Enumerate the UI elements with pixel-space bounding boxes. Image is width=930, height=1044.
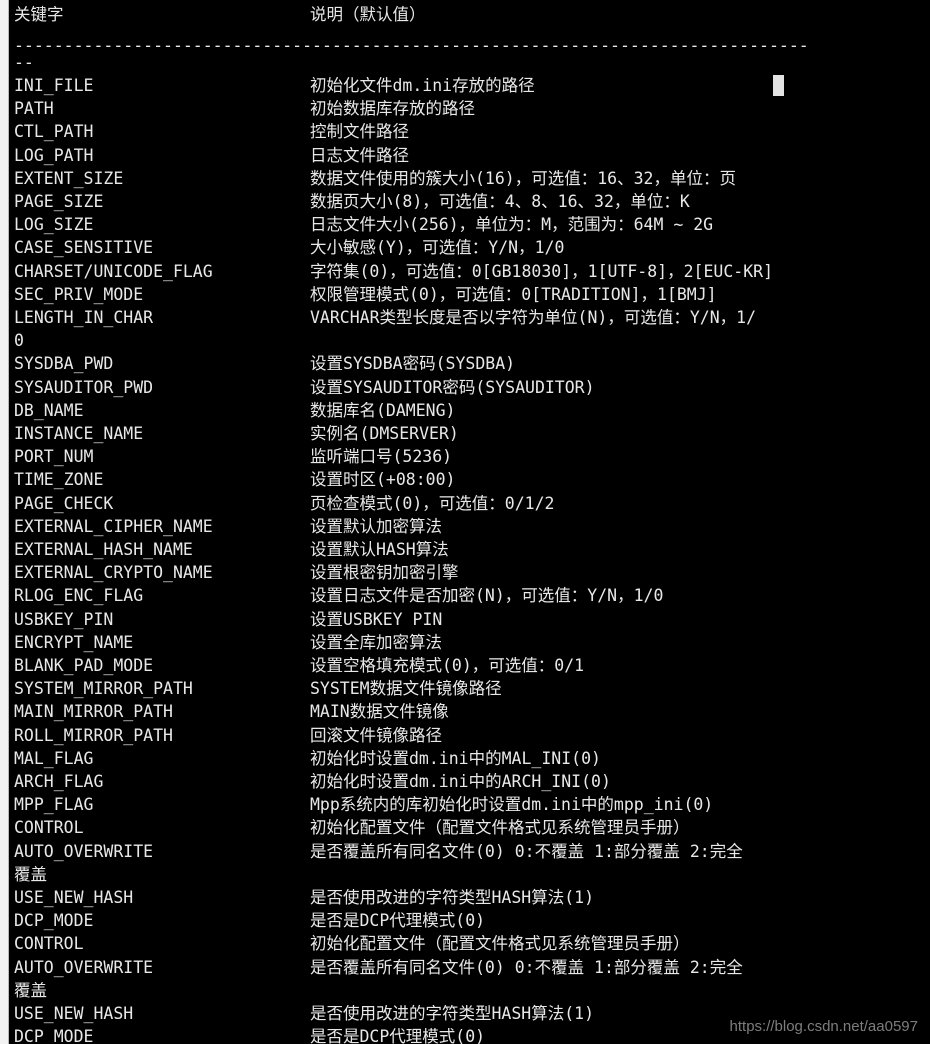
option-description: 初始化配置文件（配置文件格式见系统管理员手册） <box>310 934 690 954</box>
option-description: 初始化配置文件（配置文件格式见系统管理员手册） <box>310 818 690 838</box>
code-block-gutter <box>0 0 9 1044</box>
option-key: SYSAUDITOR_PWD <box>14 377 154 397</box>
terminal-output-pane: 关键字 说明（默认值） ----------------------------… <box>9 0 930 1044</box>
option-key: 0 <box>14 331 24 351</box>
option-description: 是否覆盖所有同名文件(0) 0:不覆盖 1:部分覆盖 2:完全 <box>310 841 743 861</box>
option-description: 设置全库加密算法 <box>310 632 442 652</box>
option-description: 设置默认HASH算法 <box>310 540 449 559</box>
option-description: 数据页大小(8)，可选值：4、8、16、32，单位：K <box>310 192 690 211</box>
option-description: 回滚文件镜像路径 <box>310 725 442 745</box>
option-key: CTL_PATH <box>14 122 94 142</box>
option-key: SYSDBA_PWD <box>14 354 114 374</box>
option-key: SYSTEM_MIRROR_PATH <box>14 679 193 699</box>
option-description: 是否使用改进的字符类型HASH算法(1) <box>310 888 595 907</box>
option-key: USE_NEW_HASH <box>14 1004 134 1023</box>
option-description: 日志文件路径 <box>310 145 409 165</box>
option-key: EXTERNAL_CIPHER_NAME <box>14 516 213 536</box>
option-description: 初始化时设置dm.ini中的ARCH_INI(0) <box>310 772 611 791</box>
option-description: VARCHAR类型长度是否以字符为单位(N)，可选值：Y/N，1/ <box>310 308 757 327</box>
option-description: Mpp系统内的库初始化时设置dm.ini中的mpp_ini(0) <box>310 795 714 815</box>
option-key: EXTERNAL_HASH_NAME <box>14 540 193 559</box>
option-description: 监听端口号(5236) <box>310 447 453 467</box>
option-key: EXTENT_SIZE <box>14 168 124 188</box>
option-description: 日志文件大小(256)，单位为：M，范围为：64M ~ 2G <box>310 215 714 235</box>
option-key: ENCRYPT_NAME <box>14 632 134 652</box>
option-description: 是否是DCP代理模式(0) <box>310 911 486 931</box>
option-description: 设置日志文件是否加密(N)，可选值：Y/N，1/0 <box>310 586 664 606</box>
option-key: MAL_FLAG <box>14 748 94 768</box>
option-description: 数据库名(DAMENG) <box>310 400 456 420</box>
option-description: 设置根密钥加密引擎 <box>310 563 459 583</box>
option-description: 控制文件路径 <box>310 122 409 142</box>
option-key: LOG_SIZE <box>14 215 94 235</box>
option-description: 大小敏感(Y)，可选值：Y/N，1/0 <box>310 238 565 258</box>
option-key: PATH <box>14 99 54 119</box>
option-description: 页检查模式(0)，可选值：0/1/2 <box>310 493 555 513</box>
option-key: CONTROL <box>14 818 84 838</box>
csdn-watermark: https://blog.csdn.net/aa0597 <box>729 1018 918 1035</box>
option-key: EXTERNAL_CRYPTO_NAME <box>14 563 213 583</box>
option-key: INSTANCE_NAME <box>14 424 144 443</box>
option-description: 实例名(DMSERVER) <box>310 424 459 443</box>
option-key: AUTO_OVERWRITE <box>14 957 154 977</box>
option-description: 初始化文件dm.ini存放的路径 <box>310 76 535 95</box>
option-description: 是否覆盖所有同名文件(0) 0:不覆盖 1:部分覆盖 2:完全 <box>310 957 743 977</box>
option-key: LOG_PATH <box>14 145 94 165</box>
option-key: AUTO_OVERWRITE <box>14 841 154 861</box>
option-key: DCP_MODE <box>14 911 94 931</box>
option-description: SYSTEM数据文件镜像路径 <box>310 679 502 699</box>
option-key: CONTROL <box>14 934 84 954</box>
option-description: 设置SYSDBA密码(SYSDBA) <box>310 354 516 374</box>
option-description: 设置默认加密算法 <box>310 516 442 536</box>
option-key: TIME_ZONE <box>14 470 104 490</box>
option-description: 设置空格填充模式(0)，可选值：0/1 <box>310 656 585 675</box>
option-key: PORT_NUM <box>14 447 94 467</box>
option-description: 数据文件使用的簇大小(16)，可选值：16、32，单位：页 <box>310 168 736 188</box>
option-key: DCP_MODE <box>14 1027 94 1044</box>
option-key: CASE_SENSITIVE <box>14 238 154 258</box>
option-description: 设置SYSAUDITOR密码(SYSAUDITOR) <box>310 377 595 397</box>
terminal-screenshot: 关键字 说明（默认值） ----------------------------… <box>0 0 930 1044</box>
option-description: 初始数据库存放的路径 <box>310 99 475 119</box>
option-key: USE_NEW_HASH <box>14 888 134 907</box>
option-key: ROLL_MIRROR_PATH <box>14 725 173 745</box>
option-key: PAGE_CHECK <box>14 493 114 513</box>
option-key: SEC_PRIV_MODE <box>14 284 144 304</box>
option-key: ARCH_FLAG <box>14 772 104 791</box>
text-cursor <box>773 75 784 96</box>
option-key: 覆盖 <box>14 980 47 1000</box>
option-key: LENGTH_IN_CHAR <box>14 308 154 327</box>
option-description: MAIN数据文件镜像 <box>310 702 449 722</box>
option-description: 设置USBKEY PIN <box>310 609 443 629</box>
option-key: INI_FILE <box>14 76 94 95</box>
gutter-edge <box>8 0 9 1044</box>
header-description-column: 说明（默认值） <box>310 5 426 24</box>
option-description: 权限管理模式(0)，可选值：0[TRADITION]，1[BMJ] <box>310 284 717 304</box>
header-keyword-column: 关键字 <box>14 5 64 24</box>
option-key: MPP_FLAG <box>14 795 94 815</box>
option-key: USBKEY_PIN <box>14 609 114 629</box>
option-key: 覆盖 <box>14 864 47 884</box>
option-description: 字符集(0)，可选值：0[GB18030]，1[UTF-8]，2[EUC-KR] <box>310 261 774 281</box>
option-key: BLANK_PAD_MODE <box>14 656 154 675</box>
option-key: CHARSET/UNICODE_FLAG <box>14 261 213 281</box>
option-description: 设置时区(+08:00) <box>310 470 456 490</box>
option-description: 初始化时设置dm.ini中的MAL_INI(0) <box>310 748 601 768</box>
option-key: PAGE_SIZE <box>14 192 104 211</box>
option-key: MAIN_MIRROR_PATH <box>14 702 173 722</box>
option-key: RLOG_ENC_FLAG <box>14 586 144 606</box>
option-key: DB_NAME <box>14 400 84 420</box>
dash-marker: -- <box>14 52 34 72</box>
